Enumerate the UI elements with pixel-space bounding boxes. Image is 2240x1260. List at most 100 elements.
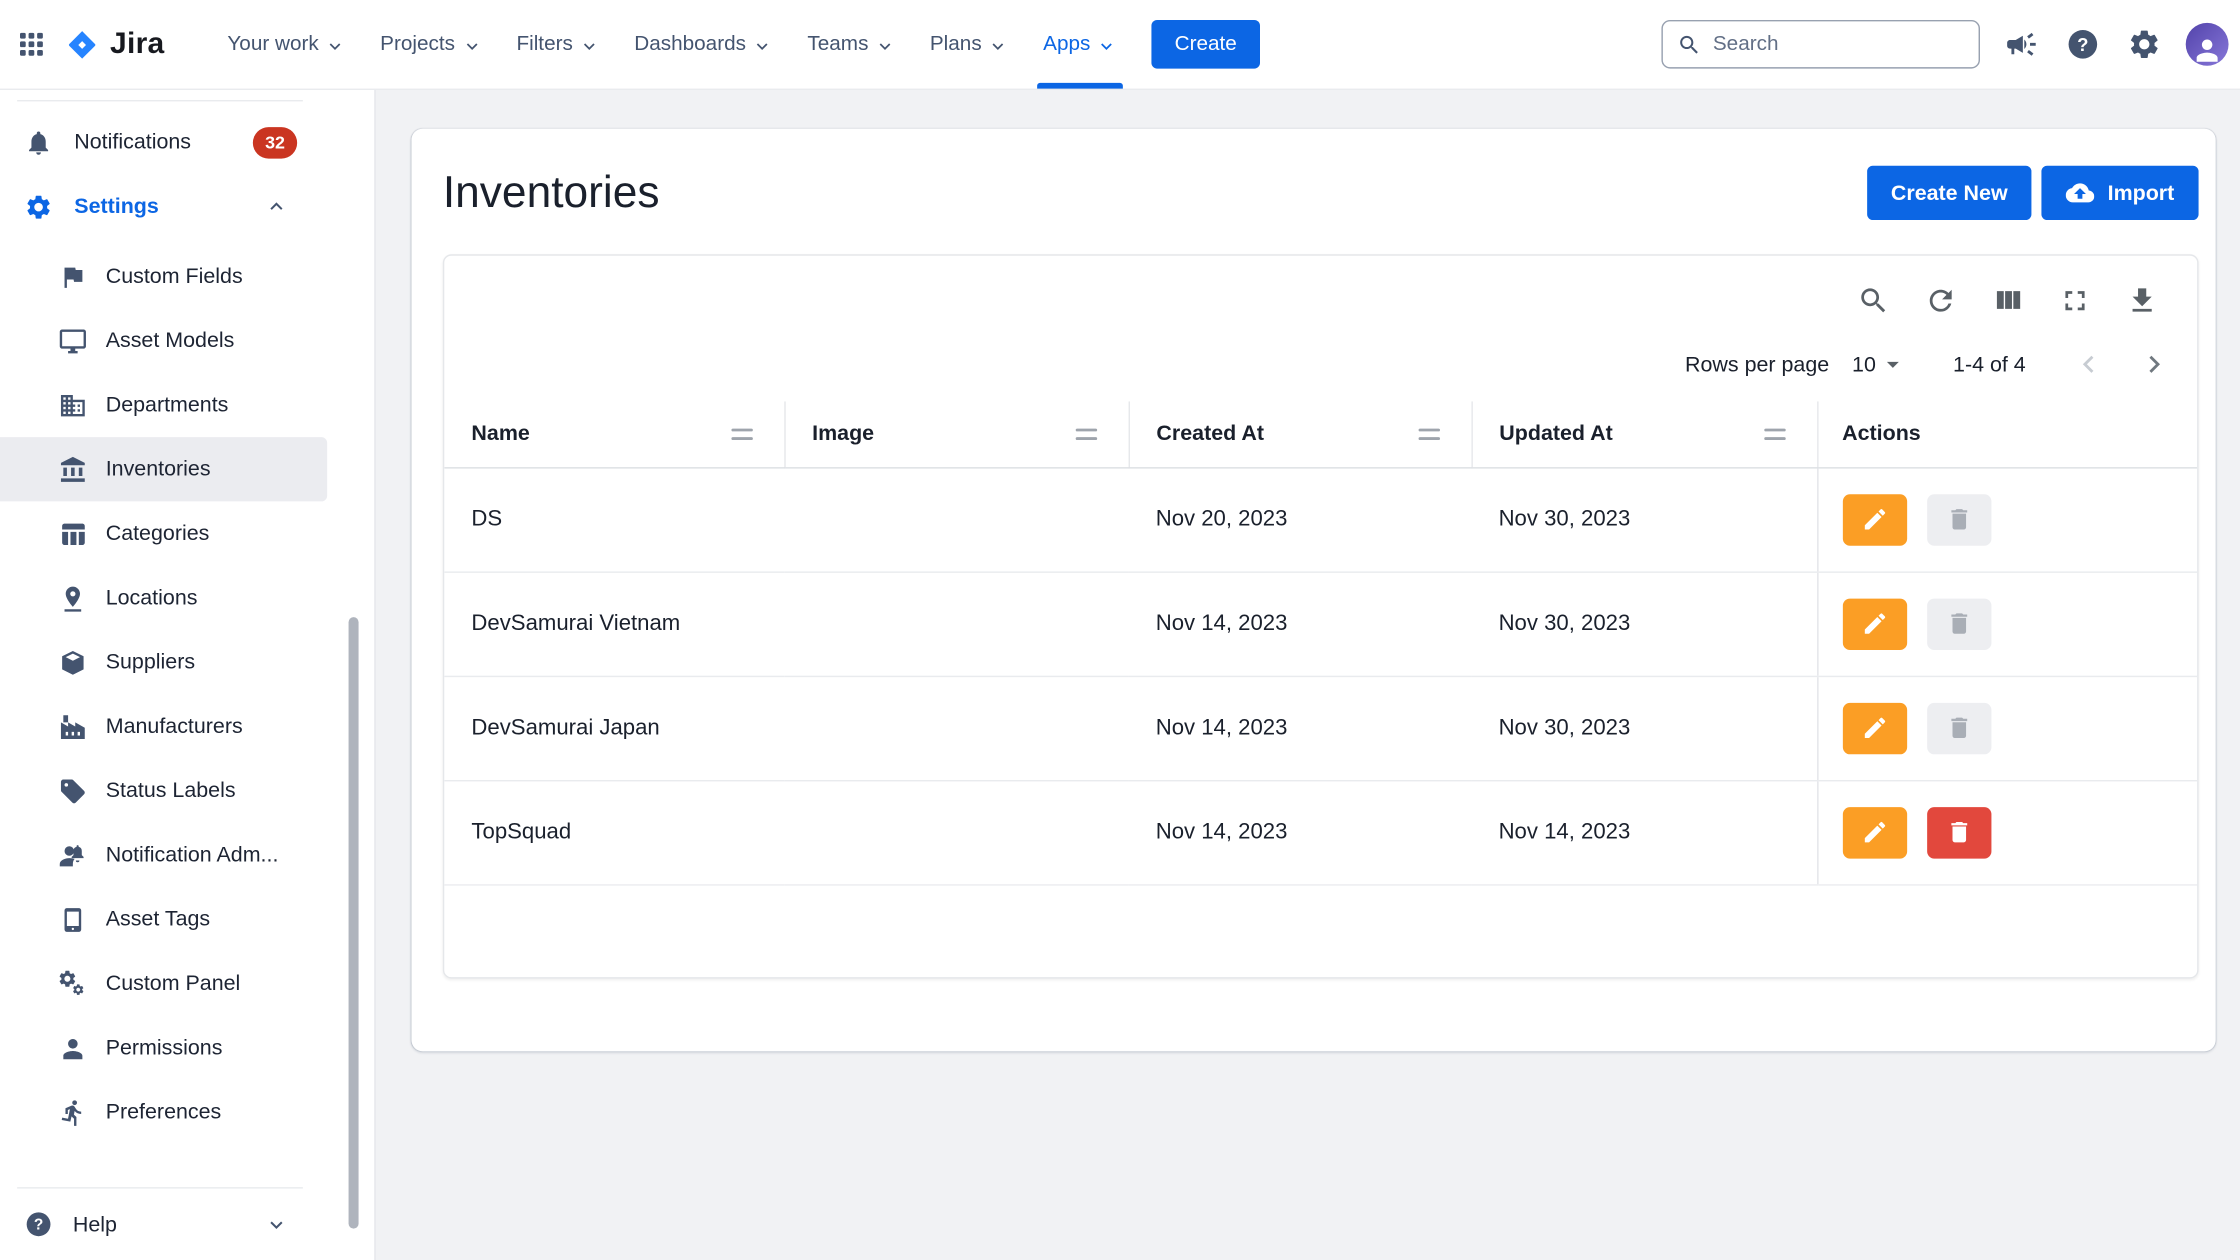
rows-per-page-select[interactable]: 10: [1852, 350, 1907, 379]
chevron-down-icon: [461, 35, 482, 56]
create-new-button[interactable]: Create New: [1867, 166, 2032, 220]
table-row[interactable]: DevSamurai Vietnam Nov 14, 2023 Nov 30, …: [444, 571, 2197, 675]
map-pin-icon: [59, 584, 88, 613]
cell-actions: [1817, 571, 2197, 675]
sidebar-item-categories[interactable]: Categories: [0, 501, 327, 565]
app-switcher-button[interactable]: [3, 14, 60, 74]
sidebar-item-departments[interactable]: Departments: [0, 373, 327, 437]
table-row[interactable]: DevSamurai Japan Nov 14, 2023 Nov 30, 20…: [444, 676, 2197, 780]
table-row[interactable]: DS Nov 20, 2023 Nov 30, 2023: [444, 467, 2197, 571]
sidebar-item-notification-adm[interactable]: Notification Adm...: [0, 823, 327, 887]
sidebar-item-asset-models[interactable]: Asset Models: [0, 309, 327, 373]
sidebar: Notifications 32 Settings Custom Fields …: [0, 89, 376, 1260]
column-resize-handle[interactable]: [1075, 428, 1096, 439]
person-icon: [2191, 34, 2222, 65]
nav-item-your-work[interactable]: Your work: [210, 0, 363, 89]
column-header-actions[interactable]: Actions: [1817, 401, 2197, 467]
column-header-created-at[interactable]: Created At: [1129, 401, 1472, 467]
pencil-icon: [1861, 506, 1888, 533]
delete-button[interactable]: [1927, 806, 1991, 857]
search-icon: [1677, 32, 1701, 56]
columns-icon: [1991, 284, 2024, 317]
inventories-table-card: Rows per page 10 1-4 of 4: [443, 254, 2199, 978]
toolbar-refresh-button[interactable]: [1921, 281, 1958, 318]
package-icon: [59, 648, 88, 677]
create-button[interactable]: Create: [1152, 20, 1260, 69]
table-icon: [59, 519, 88, 548]
column-resize-handle[interactable]: [1418, 428, 1439, 439]
column-resize-handle[interactable]: [731, 428, 752, 439]
cell-actions: [1817, 467, 2197, 571]
sidebar-item-notifications[interactable]: Notifications 32: [0, 110, 374, 174]
previous-page-button[interactable]: [2069, 344, 2109, 384]
sidebar-item-label: Custom Fields: [106, 264, 243, 288]
nav-item-apps[interactable]: Apps: [1026, 0, 1135, 89]
next-page-button[interactable]: [2134, 344, 2174, 384]
nav-item-projects[interactable]: Projects: [363, 0, 499, 89]
megaphone-button[interactable]: [2001, 24, 2041, 64]
cell-created-at: Nov 14, 2023: [1129, 780, 1472, 884]
person-bell-icon: [59, 841, 88, 870]
sidebar-scrollbar[interactable]: [349, 617, 359, 1228]
column-resize-handle[interactable]: [1764, 428, 1785, 439]
nav-item-teams[interactable]: Teams: [790, 0, 912, 89]
sidebar-item-manufacturers[interactable]: Manufacturers: [0, 694, 327, 758]
sidebar-item-help[interactable]: ? Help: [0, 1189, 374, 1260]
column-label: Actions: [1842, 422, 1921, 446]
refresh-icon: [1924, 284, 1957, 317]
sidebar-item-custom-panel[interactable]: Custom Panel: [0, 951, 327, 1015]
sidebar-item-label: Departments: [106, 393, 229, 417]
import-button[interactable]: Import: [2042, 166, 2199, 220]
jira-logo[interactable]: Jira: [60, 25, 176, 64]
cloud-upload-icon: [2066, 179, 2095, 208]
nav-item-label: Apps: [1043, 33, 1090, 56]
sidebar-item-label: Custom Panel: [106, 971, 241, 995]
gear-button[interactable]: [2124, 24, 2164, 64]
search-input[interactable]: [1713, 33, 1964, 56]
nav-item-dashboards[interactable]: Dashboards: [617, 0, 790, 89]
toolbar-search-button[interactable]: [1854, 281, 1891, 318]
nav-item-filters[interactable]: Filters: [499, 0, 617, 89]
nav-item-label: Teams: [807, 33, 868, 56]
delete-button[interactable]: [1927, 494, 1991, 545]
edit-button[interactable]: [1842, 806, 1906, 857]
toolbar-download-button[interactable]: [2123, 281, 2160, 318]
edit-button[interactable]: [1842, 598, 1906, 649]
sidebar-item-locations[interactable]: Locations: [0, 566, 327, 630]
help-button[interactable]: ?: [2063, 24, 2103, 64]
edit-button[interactable]: [1842, 702, 1906, 753]
toolbar-columns-button[interactable]: [1989, 281, 2026, 318]
column-header-name[interactable]: Name: [444, 401, 784, 467]
sidebar-item-label: Settings: [74, 194, 159, 218]
sidebar-item-permissions[interactable]: Permissions: [0, 1016, 327, 1080]
table-row[interactable]: TopSquad Nov 14, 2023 Nov 14, 2023: [444, 780, 2197, 884]
sidebar-item-suppliers[interactable]: Suppliers: [0, 630, 327, 694]
sidebar-item-label: Status Labels: [106, 779, 236, 803]
trash-icon: [1945, 714, 1972, 741]
pencil-icon: [1861, 819, 1888, 846]
search-box[interactable]: [1661, 20, 1980, 69]
nav-item-label: Your work: [227, 33, 318, 56]
sidebar-item-label: Notifications: [74, 130, 191, 154]
sidebar-item-status-labels[interactable]: Status Labels: [0, 759, 327, 823]
sidebar-item-inventories[interactable]: Inventories: [0, 437, 327, 501]
tablet-icon: [59, 905, 88, 934]
sidebar-item-custom-fields[interactable]: Custom Fields: [0, 244, 327, 308]
sidebar-item-label: Locations: [106, 586, 198, 610]
sidebar-item-settings[interactable]: Settings: [0, 174, 374, 238]
edit-button[interactable]: [1842, 494, 1906, 545]
delete-button[interactable]: [1927, 598, 1991, 649]
chevron-right-icon: [2137, 347, 2171, 381]
delete-button[interactable]: [1927, 702, 1991, 753]
pagination: Rows per page 10 1-4 of 4: [444, 319, 2197, 402]
sidebar-item-asset-tags[interactable]: Asset Tags: [0, 887, 327, 951]
bank-icon: [59, 455, 88, 484]
sidebar-item-preferences[interactable]: Preferences: [0, 1080, 327, 1144]
column-header-image[interactable]: Image: [784, 401, 1128, 467]
bell-icon: [23, 126, 54, 157]
flag-icon: [59, 262, 88, 291]
avatar[interactable]: [2186, 23, 2229, 66]
column-header-updated-at[interactable]: Updated At: [1471, 401, 1817, 467]
toolbar-fullscreen-button[interactable]: [2056, 281, 2093, 318]
nav-item-plans[interactable]: Plans: [913, 0, 1026, 89]
